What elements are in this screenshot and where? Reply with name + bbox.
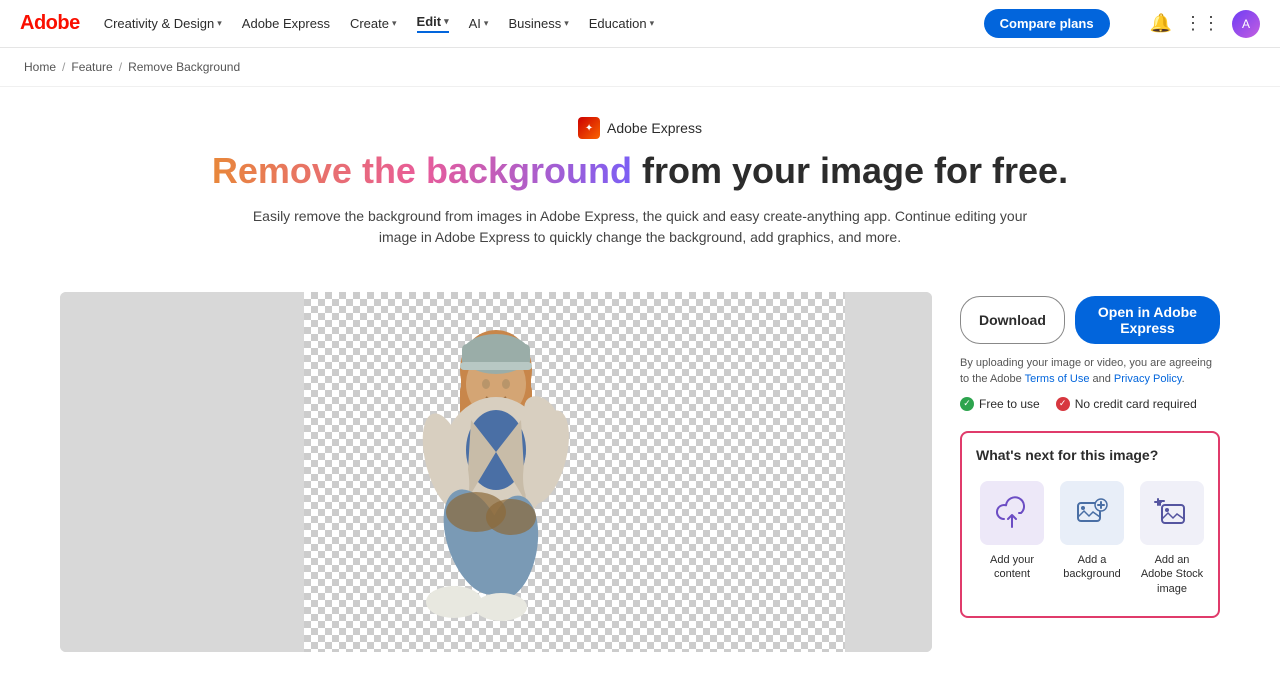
add-stock-icon	[1154, 495, 1190, 531]
breadcrumb-separator: /	[62, 60, 65, 74]
image-container	[60, 292, 932, 652]
nav-business[interactable]: Business ▾	[508, 16, 568, 31]
feature-free-to-use: ✓ Free to use	[960, 397, 1040, 411]
right-panel: Download Open in Adobe Express By upload…	[960, 292, 1220, 652]
chevron-down-icon: ▾	[392, 18, 397, 29]
hero-badge-text: Adobe Express	[607, 120, 702, 136]
action-buttons: Download Open in Adobe Express	[960, 296, 1220, 344]
add-background-icon-wrap	[1060, 481, 1124, 545]
features-list: ✓ Free to use ✓ No credit card required	[960, 397, 1220, 411]
hero-title: Remove the background from your image fo…	[20, 149, 1260, 192]
chevron-down-icon: ▾	[217, 18, 222, 29]
nav-edit[interactable]: Edit ▾	[417, 14, 449, 33]
open-in-adobe-express-button[interactable]: Open in Adobe Express	[1075, 296, 1220, 344]
hero-badge: Adobe Express	[578, 117, 702, 139]
terms-of-use-link[interactable]: Terms of Use	[1025, 373, 1090, 385]
feature-no-credit-card: ✓ No credit card required	[1056, 397, 1197, 411]
breadcrumb-feature[interactable]: Feature	[71, 60, 112, 74]
add-stock-icon-wrap	[1140, 481, 1204, 545]
image-panel	[60, 292, 932, 652]
hero-title-rest: from your image for free.	[632, 150, 1068, 191]
breadcrumb-home[interactable]: Home	[24, 60, 56, 74]
add-content-label: Add your content	[980, 553, 1044, 582]
check-icon-green: ✓	[960, 397, 974, 411]
hero-section: Adobe Express Remove the background from…	[0, 87, 1280, 292]
feature-free-label: Free to use	[979, 397, 1040, 411]
check-icon-red: ✓	[1056, 397, 1070, 411]
nav-education[interactable]: Education ▾	[589, 16, 654, 31]
next-option-add-background[interactable]: Add a background	[1056, 475, 1128, 602]
main-content: Download Open in Adobe Express By upload…	[40, 292, 1240, 692]
privacy-policy-link[interactable]: Privacy Policy	[1114, 373, 1182, 385]
next-options: Add your content	[976, 475, 1204, 602]
feature-nocredit-label: No credit card required	[1075, 397, 1197, 411]
nav-ai[interactable]: AI ▾	[469, 16, 489, 31]
hero-subtitle: Easily remove the background from images…	[240, 206, 1040, 248]
nav-links: Creativity & Design ▾ Adobe Express Crea…	[104, 14, 960, 33]
upload-cloud-icon-wrap	[980, 481, 1044, 545]
breadcrumb-current: Remove Background	[128, 60, 240, 74]
add-background-icon	[1074, 495, 1110, 531]
user-avatar[interactable]: A	[1232, 10, 1260, 38]
add-background-label: Add a background	[1060, 553, 1124, 582]
add-stock-label: Add an Adobe Stock image	[1140, 553, 1204, 596]
breadcrumb: Home / Feature / Remove Background	[0, 48, 1280, 87]
nav-creativity-design[interactable]: Creativity & Design ▾	[104, 16, 222, 31]
adobe-express-badge-icon	[578, 117, 600, 139]
compare-plans-button[interactable]: Compare plans	[984, 9, 1110, 38]
nav-bar: Adobe Creativity & Design ▾ Adobe Expres…	[0, 0, 1280, 48]
nav-adobe-express[interactable]: Adobe Express	[242, 16, 330, 31]
chevron-down-icon: ▾	[650, 18, 655, 29]
next-option-add-stock[interactable]: Add an Adobe Stock image	[1136, 475, 1208, 602]
breadcrumb-separator: /	[119, 60, 122, 74]
chevron-down-icon: ▾	[564, 18, 569, 29]
chevron-down-icon: ▾	[444, 16, 449, 27]
next-option-add-content[interactable]: Add your content	[976, 475, 1048, 602]
whats-next-card: What's next for this image? Add your con…	[960, 431, 1220, 618]
whats-next-title: What's next for this image?	[976, 447, 1204, 463]
nav-create[interactable]: Create ▾	[350, 16, 397, 31]
hero-title-gradient: Remove the background	[212, 150, 632, 191]
download-button[interactable]: Download	[960, 296, 1065, 344]
apps-grid-icon[interactable]: ⋮⋮	[1184, 13, 1220, 34]
notifications-icon[interactable]: 🔔	[1150, 13, 1172, 34]
person-silhouette	[386, 302, 606, 642]
upload-cloud-icon	[994, 495, 1030, 531]
nav-icons: 🔔 ⋮⋮ A	[1150, 10, 1260, 38]
chevron-down-icon: ▾	[484, 18, 489, 29]
adobe-logo[interactable]: Adobe	[20, 12, 80, 35]
terms-text: By uploading your image or video, you ar…	[960, 356, 1220, 387]
